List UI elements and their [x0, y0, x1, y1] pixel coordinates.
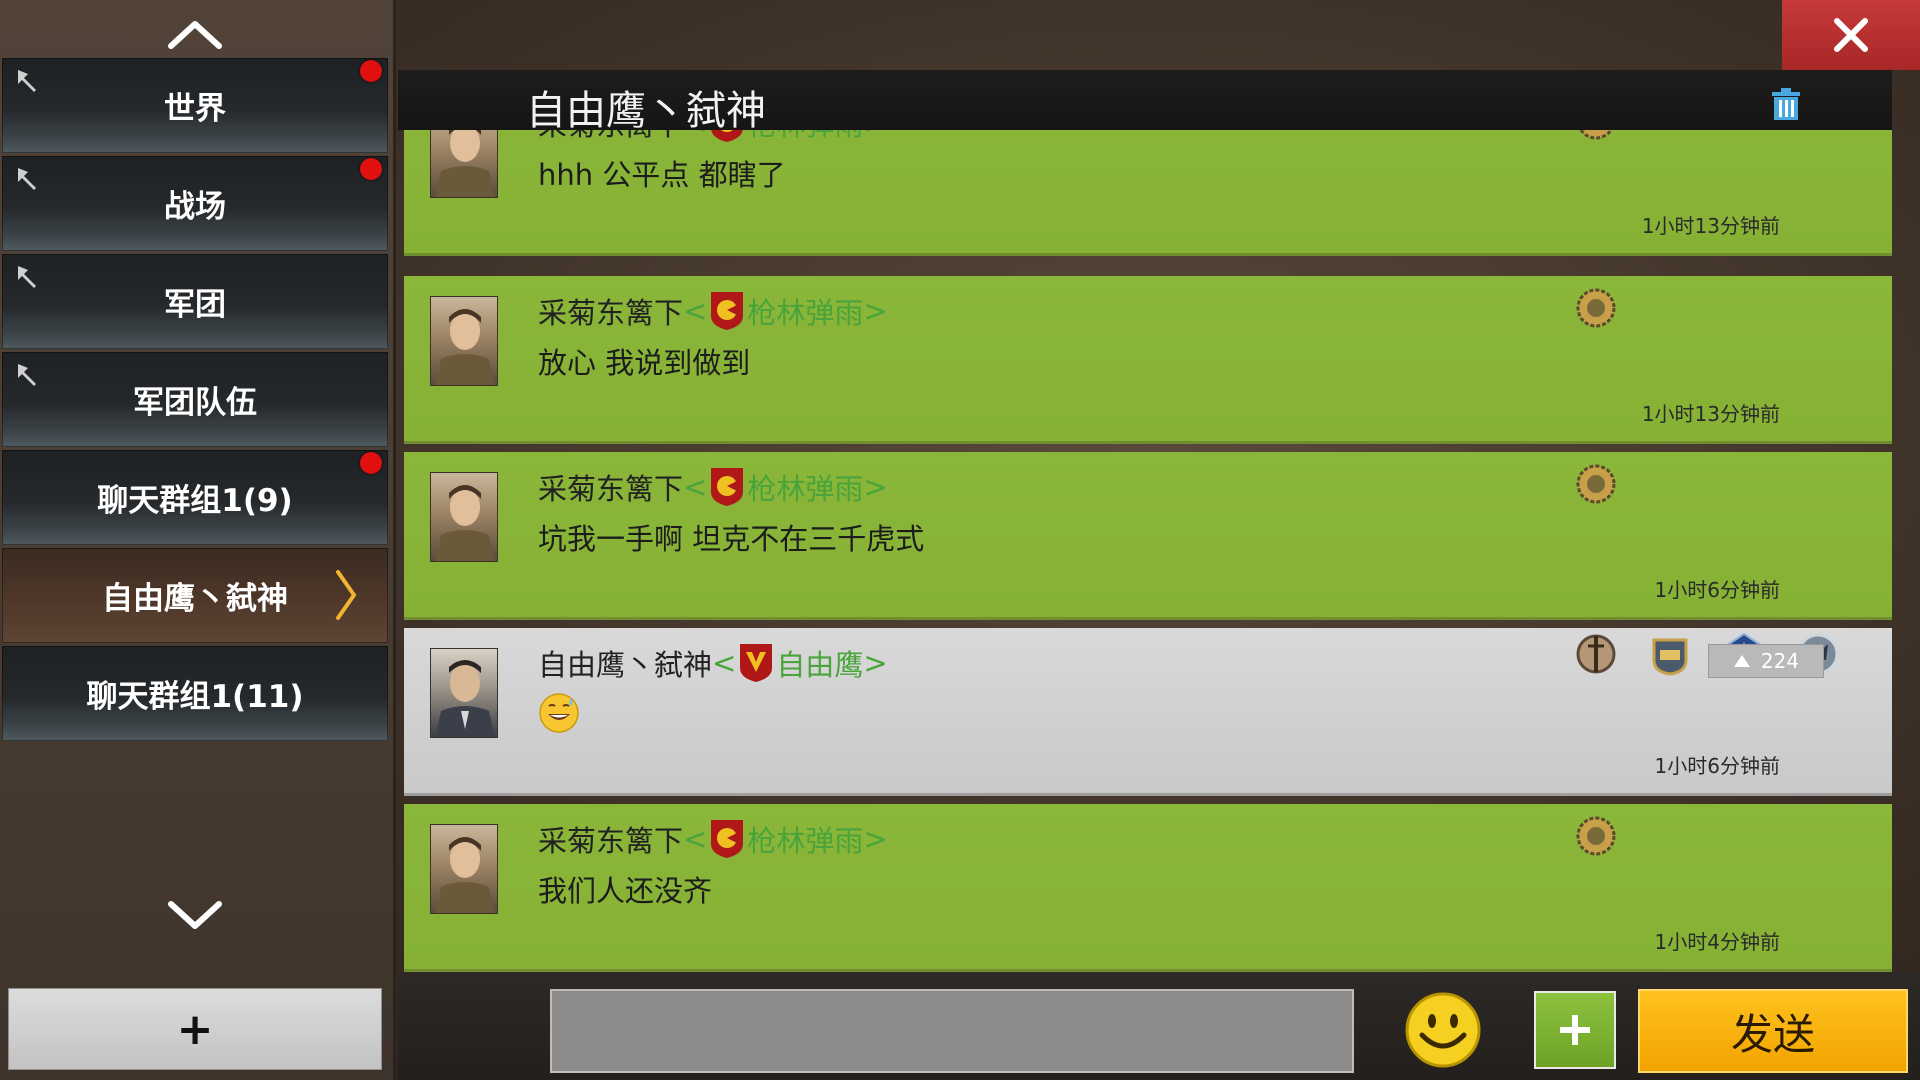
sidebar-item-chat-group-9[interactable]: 聊天群组1(9)	[2, 450, 388, 545]
sender-line: 采菊东篱下 < 枪林弹雨 >	[538, 466, 888, 508]
sidebar-item-label: 军团	[164, 287, 226, 323]
channel-list: 世界 战场 军团 军团队伍 聊天群组1(9) 自由鹰丶弑神 聊天群组1(11)	[2, 58, 388, 744]
message-timestamp: 1小时6分钟前	[1654, 578, 1780, 602]
sidebar-item-label: 聊天群组1(11)	[86, 679, 304, 715]
sender-line: 自由鹰丶弑神 < 自由鹰 >	[538, 642, 888, 684]
close-button[interactable]	[1782, 0, 1920, 70]
message-item-own: 自由鹰丶弑神 < 自由鹰 > 224 1小时6分钟前	[404, 628, 1892, 796]
sidebar-item-chat-group-11[interactable]: 聊天群组1(11)	[2, 646, 388, 741]
unread-dot	[360, 60, 382, 82]
bracket-open: <	[683, 130, 707, 140]
message-input[interactable]	[550, 989, 1354, 1073]
message-item: 采菊东篱下 < 枪林弹雨 > 放心 我说到做到 1小时13分钟前	[404, 276, 1892, 444]
bracket-close: >	[863, 646, 888, 680]
sidebar-item-label: 战场	[164, 189, 226, 225]
bracket-open: <	[683, 470, 708, 504]
sender-name[interactable]: 采菊东篱下	[538, 818, 683, 860]
bracket-open: <	[683, 294, 708, 328]
pin-icon[interactable]	[14, 164, 42, 192]
message-timestamp: 1小时13分钟前	[1641, 402, 1780, 426]
channel-sidebar: 世界 战场 军团 军团队伍 聊天群组1(9) 自由鹰丶弑神 聊天群组1(11) …	[0, 0, 396, 1080]
chat-window: 世界 战场 军团 军团队伍 聊天群组1(9) 自由鹰丶弑神 聊天群组1(11) …	[0, 0, 1920, 1080]
smiley-icon[interactable]	[1404, 991, 1482, 1069]
page-title: 自由鹰丶弑神	[526, 88, 766, 134]
sidebar-item-label: 军团队伍	[133, 385, 257, 421]
sidebar-item-world[interactable]: 世界	[2, 58, 388, 153]
pin-icon[interactable]	[14, 360, 42, 388]
message-item: 采菊东篱下 < 枪林弹雨 > hhh 公平点 都瞎了 1小时13分钟前	[404, 130, 1892, 256]
avatar[interactable]	[430, 472, 498, 562]
guild-name: 自由鹰	[776, 648, 864, 682]
sidebar-item-legion[interactable]: 军团	[2, 254, 388, 349]
add-group-button[interactable]: +	[8, 988, 382, 1070]
pin-icon[interactable]	[14, 66, 42, 94]
sender-line: 采菊东篱下 < 枪林弹雨 >	[538, 130, 888, 144]
sidebar-item-battlefield[interactable]: 战场	[2, 156, 388, 251]
bracket-open: <	[712, 646, 737, 680]
sword-medal-icon[interactable]	[1574, 632, 1618, 676]
medal-icon[interactable]	[1574, 462, 1618, 506]
chevron-down-icon[interactable]	[160, 896, 230, 936]
bracket-close: >	[863, 130, 887, 140]
sender-line: 采菊东篱下 < 枪林弹雨 >	[538, 818, 888, 860]
guild-badge-icon	[711, 468, 744, 506]
chevron-up-icon[interactable]	[160, 14, 230, 54]
thumb-up-icon	[1733, 655, 1750, 667]
avatar[interactable]	[430, 296, 498, 386]
likes-counter[interactable]: 224	[1708, 644, 1824, 678]
medal-icon[interactable]	[1574, 814, 1618, 858]
avatar[interactable]	[430, 648, 498, 738]
gold-medal-icon[interactable]	[1648, 632, 1692, 676]
bracket-close: >	[863, 294, 888, 328]
sidebar-item-label: 世界	[164, 91, 226, 127]
likes-count: 224	[1760, 649, 1800, 673]
send-button[interactable]: 发送	[1638, 989, 1908, 1073]
message-text: 放心 我说到做到	[538, 346, 751, 380]
bracket-close: >	[863, 470, 888, 504]
guild-badge-icon	[711, 292, 744, 330]
avatar[interactable]	[430, 824, 498, 914]
sender-name[interactable]: 采菊东篱下	[538, 466, 683, 508]
bracket-open: <	[683, 822, 708, 856]
sweat-smile-emoji-icon	[539, 693, 579, 733]
guild-badge-icon	[711, 130, 744, 142]
unread-dot	[360, 158, 382, 180]
plus-icon	[1560, 1015, 1590, 1045]
avatar[interactable]	[430, 130, 498, 198]
message-text: 我们人还没齐	[538, 874, 713, 908]
trash-icon[interactable]	[1768, 86, 1804, 122]
guild-name: 枪林弹雨	[747, 130, 863, 144]
unread-dot	[360, 452, 382, 474]
attach-button[interactable]	[1534, 991, 1616, 1069]
sender-line: 采菊东篱下 < 枪林弹雨 >	[538, 290, 888, 332]
sender-name[interactable]: 自由鹰丶弑神	[538, 642, 712, 684]
message-text: hhh 公平点 都瞎了	[538, 158, 786, 192]
chevron-right-icon	[336, 570, 357, 620]
pin-icon[interactable]	[14, 262, 42, 290]
sidebar-item-label: 聊天群组1(9)	[97, 483, 293, 519]
guild-name: 枪林弹雨	[747, 824, 864, 858]
sidebar-item-label: 自由鹰丶弑神	[102, 581, 288, 617]
sidebar-item-legion-team[interactable]: 军团队伍	[2, 352, 388, 447]
message-text: 坑我一手啊 坦克不在三千虎式	[538, 522, 925, 556]
message-timestamp: 1小时13分钟前	[1641, 214, 1780, 238]
medal-icon[interactable]	[1574, 130, 1618, 142]
guild-badge-icon	[711, 820, 744, 858]
guild-name: 枪林弹雨	[747, 296, 864, 330]
guild-name: 枪林弹雨	[747, 472, 864, 506]
sender-name[interactable]: 采菊东篱下	[538, 130, 683, 144]
message-item: 采菊东篱下 < 枪林弹雨 > 坑我一手啊 坦克不在三千虎式 1小时6分钟前	[404, 452, 1892, 620]
input-bar: 发送	[398, 973, 1920, 1080]
sidebar-item-private-chat[interactable]: 自由鹰丶弑神	[2, 548, 388, 643]
sender-name[interactable]: 采菊东篱下	[538, 290, 683, 332]
message-item: 采菊东篱下 < 枪林弹雨 > 我们人还没齐 1小时4分钟前	[404, 804, 1892, 972]
message-timestamp: 1小时4分钟前	[1654, 930, 1780, 954]
chat-panel: 自由鹰丶弑神 采菊东篱下 < 枪林弹雨 >	[398, 0, 1920, 1080]
close-icon	[1834, 18, 1868, 52]
medal-icon[interactable]	[1574, 286, 1618, 330]
message-timestamp: 1小时6分钟前	[1654, 754, 1780, 778]
message-list: 采菊东篱下 < 枪林弹雨 > hhh 公平点 都瞎了 1小时13分钟前 采菊东篱…	[404, 130, 1892, 973]
guild-badge-icon	[740, 644, 773, 682]
bracket-close: >	[863, 822, 888, 856]
